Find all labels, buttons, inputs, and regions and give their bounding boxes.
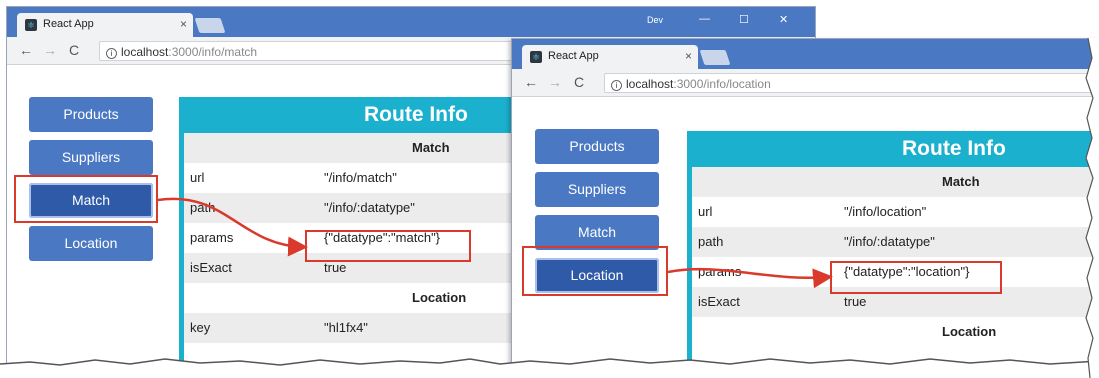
url-host: localhost	[121, 45, 169, 59]
info-icon[interactable]: i	[106, 48, 117, 59]
location-section-heading: Location	[184, 283, 519, 313]
forward-arrow-icon[interactable]: →	[548, 74, 562, 90]
address-bar: ← → C i localhost:3000/info/location	[512, 69, 1098, 97]
reload-icon[interactable]: C	[69, 42, 79, 58]
products-button[interactable]: Products	[535, 129, 659, 164]
suppliers-button[interactable]: Suppliers	[29, 140, 153, 175]
route-info-panel: Route Info Match url "/info/location" pat…	[687, 131, 1098, 367]
row-key: params	[698, 264, 742, 279]
new-tab-icon[interactable]	[699, 50, 731, 65]
reload-icon[interactable]: C	[574, 74, 584, 90]
params-value-highlight	[305, 230, 471, 262]
row-value: "/info/location"	[844, 204, 927, 219]
back-arrow-icon[interactable]: ←	[19, 42, 33, 58]
table-row: url "/info/match"	[184, 163, 519, 193]
url-input[interactable]: i localhost:3000/info/location	[604, 73, 1092, 93]
row-key: url	[698, 204, 713, 219]
row-value: "/info/match"	[324, 170, 397, 185]
table-row: path "/info/:datatype"	[184, 193, 519, 223]
row-value: true	[844, 294, 867, 309]
profile-label[interactable]: Dev	[647, 15, 663, 25]
forward-arrow-icon[interactable]: →	[43, 42, 57, 58]
close-icon[interactable]: ×	[685, 49, 692, 63]
match-button[interactable]: Match	[535, 215, 659, 250]
row-key: isExact	[698, 294, 740, 309]
match-section-heading: Match	[692, 167, 1098, 197]
table-row: url "/info/location"	[692, 197, 1098, 227]
products-button[interactable]: Products	[29, 97, 153, 132]
react-icon: ⚛	[530, 51, 542, 63]
row-key: key	[190, 320, 211, 335]
torn-edge-bottom	[0, 358, 1099, 378]
location-button-highlight	[522, 246, 668, 296]
section-label: Location	[942, 324, 997, 339]
back-arrow-icon[interactable]: ←	[524, 74, 538, 90]
section-label: Match	[942, 174, 980, 189]
tab-title: React App	[548, 50, 599, 62]
screenshot-composite: ⚛ React App × Dev — ☐ ✕ ← → C i localhost…	[0, 0, 1099, 378]
maximize-icon[interactable]: ☐	[739, 13, 749, 26]
match-button-highlight	[14, 175, 158, 223]
row-value: "/info/:datatype"	[844, 234, 935, 249]
info-icon[interactable]: i	[611, 80, 622, 91]
row-value: "hl1fx4"	[324, 320, 368, 335]
section-label: Location	[412, 290, 467, 305]
row-key: isExact	[190, 260, 232, 275]
row-value: "/info/:datatype"	[324, 200, 415, 215]
url-host: localhost	[626, 77, 674, 91]
table-row: key "hl1fx4"	[184, 313, 519, 343]
new-tab-icon[interactable]	[194, 18, 226, 33]
match-section-heading: Match	[184, 133, 519, 163]
row-value: true	[324, 260, 347, 275]
browser-tab[interactable]: ⚛ React App ×	[522, 45, 698, 69]
row-key: path	[190, 200, 216, 215]
window-close-icon[interactable]: ✕	[779, 13, 788, 26]
url-path: :3000/info/location	[673, 77, 771, 91]
row-key: params	[190, 230, 234, 245]
close-icon[interactable]: ×	[180, 17, 187, 31]
browser-window-location: ⚛ React App × ← → C i localhost:3000/info…	[511, 38, 1099, 368]
params-value-highlight	[830, 261, 1002, 294]
browser-tab[interactable]: ⚛ React App ×	[17, 13, 193, 37]
url-path: :3000/info/match	[168, 45, 258, 59]
row-key: path	[698, 234, 724, 249]
title-bar: ⚛ React App × Dev — ☐ ✕	[7, 7, 815, 37]
section-label: Match	[412, 140, 450, 155]
title-bar: ⚛ React App ×	[512, 39, 1098, 69]
tab-title: React App	[43, 18, 94, 30]
table-row: path "/info/:datatype"	[692, 227, 1098, 257]
minimize-icon[interactable]: —	[699, 13, 710, 25]
suppliers-button[interactable]: Suppliers	[535, 172, 659, 207]
row-key: url	[190, 170, 205, 185]
torn-edge-right	[1085, 38, 1099, 378]
location-button[interactable]: Location	[29, 226, 153, 261]
panel-title: Route Info	[184, 97, 519, 133]
panel-title: Route Info	[692, 131, 1098, 167]
react-icon: ⚛	[25, 19, 37, 31]
